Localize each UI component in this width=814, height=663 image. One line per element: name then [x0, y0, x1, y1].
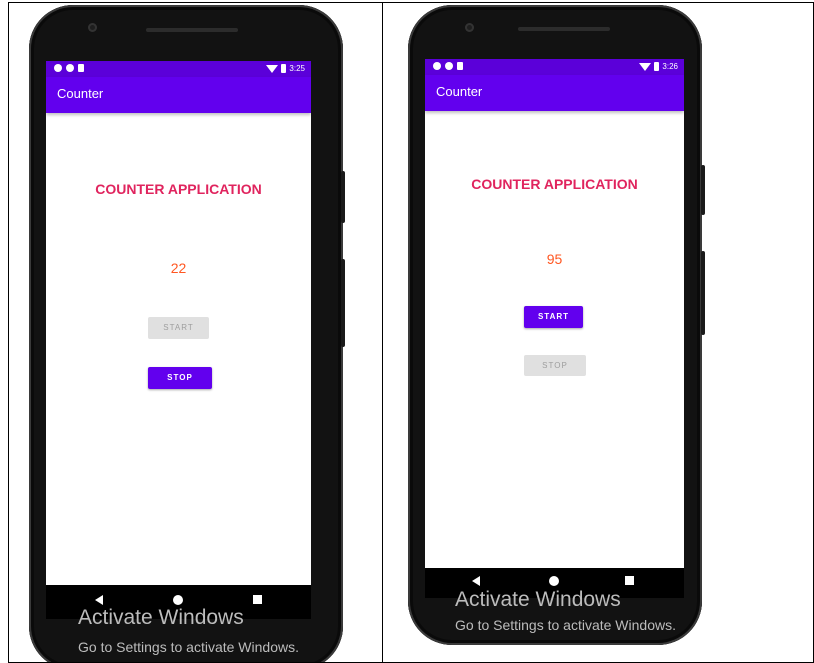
stop-button[interactable]: STOP [524, 355, 586, 376]
counter-value: 22 [170, 260, 187, 276]
app-title: Counter [436, 84, 483, 99]
watermark-subtitle: Go to Settings to activate Windows. [455, 617, 676, 633]
wifi-icon [639, 62, 652, 71]
home-icon[interactable] [549, 576, 559, 586]
counter-value: 95 [546, 251, 563, 267]
start-button[interactable]: START [148, 317, 209, 339]
phone-screen: 3:25 Counter COUNTER APPLICATION 22 STAR… [46, 61, 311, 585]
right-screenshot-cell: 3:26 Counter COUNTER APPLICATION 95 STAR… [383, 3, 813, 662]
earpiece-speaker [146, 28, 238, 32]
phone-frame: 3:25 Counter COUNTER APPLICATION 22 STAR… [29, 5, 343, 662]
earpiece-speaker [518, 27, 610, 31]
wifi-icon [266, 64, 279, 73]
left-screenshot-cell: 3:25 Counter COUNTER APPLICATION 22 STAR… [9, 3, 382, 662]
start-button[interactable]: START [524, 306, 583, 328]
watermark-title: Activate Windows [78, 606, 244, 629]
front-camera [465, 23, 474, 32]
watermark-title: Activate Windows [455, 588, 621, 611]
stop-button[interactable]: STOP [148, 367, 212, 389]
phone-frame: 3:26 Counter COUNTER APPLICATION 95 STAR… [408, 5, 702, 645]
volume-button [341, 171, 345, 223]
volume-button [701, 165, 705, 215]
app-title: Counter [57, 86, 104, 101]
app-bar: Counter [46, 77, 311, 113]
back-icon[interactable] [95, 595, 103, 605]
watermark-subtitle: Go to Settings to activate Windows. [78, 639, 299, 655]
recents-icon[interactable] [253, 595, 262, 604]
notification-icon [445, 62, 453, 70]
sd-card-icon [457, 62, 463, 70]
home-icon[interactable] [173, 595, 183, 605]
app-bar: Counter [425, 75, 684, 111]
power-button [701, 251, 705, 335]
notification-icon [433, 62, 441, 70]
counter-heading: COUNTER APPLICATION [471, 176, 638, 192]
sd-card-icon [78, 64, 84, 72]
battery-icon [654, 62, 660, 71]
notification-icon [54, 64, 62, 72]
status-bar: 3:25 [46, 61, 311, 77]
status-time: 3:25 [289, 64, 305, 73]
front-camera [88, 23, 97, 32]
status-time: 3:26 [662, 62, 678, 71]
counter-heading: COUNTER APPLICATION [95, 181, 262, 197]
power-button [341, 259, 345, 347]
notification-icon [66, 64, 74, 72]
battery-icon [281, 64, 287, 73]
status-bar: 3:26 [425, 59, 684, 75]
phone-screen: 3:26 Counter COUNTER APPLICATION 95 STAR… [425, 59, 684, 568]
recents-icon[interactable] [625, 576, 634, 585]
back-icon[interactable] [472, 576, 480, 586]
